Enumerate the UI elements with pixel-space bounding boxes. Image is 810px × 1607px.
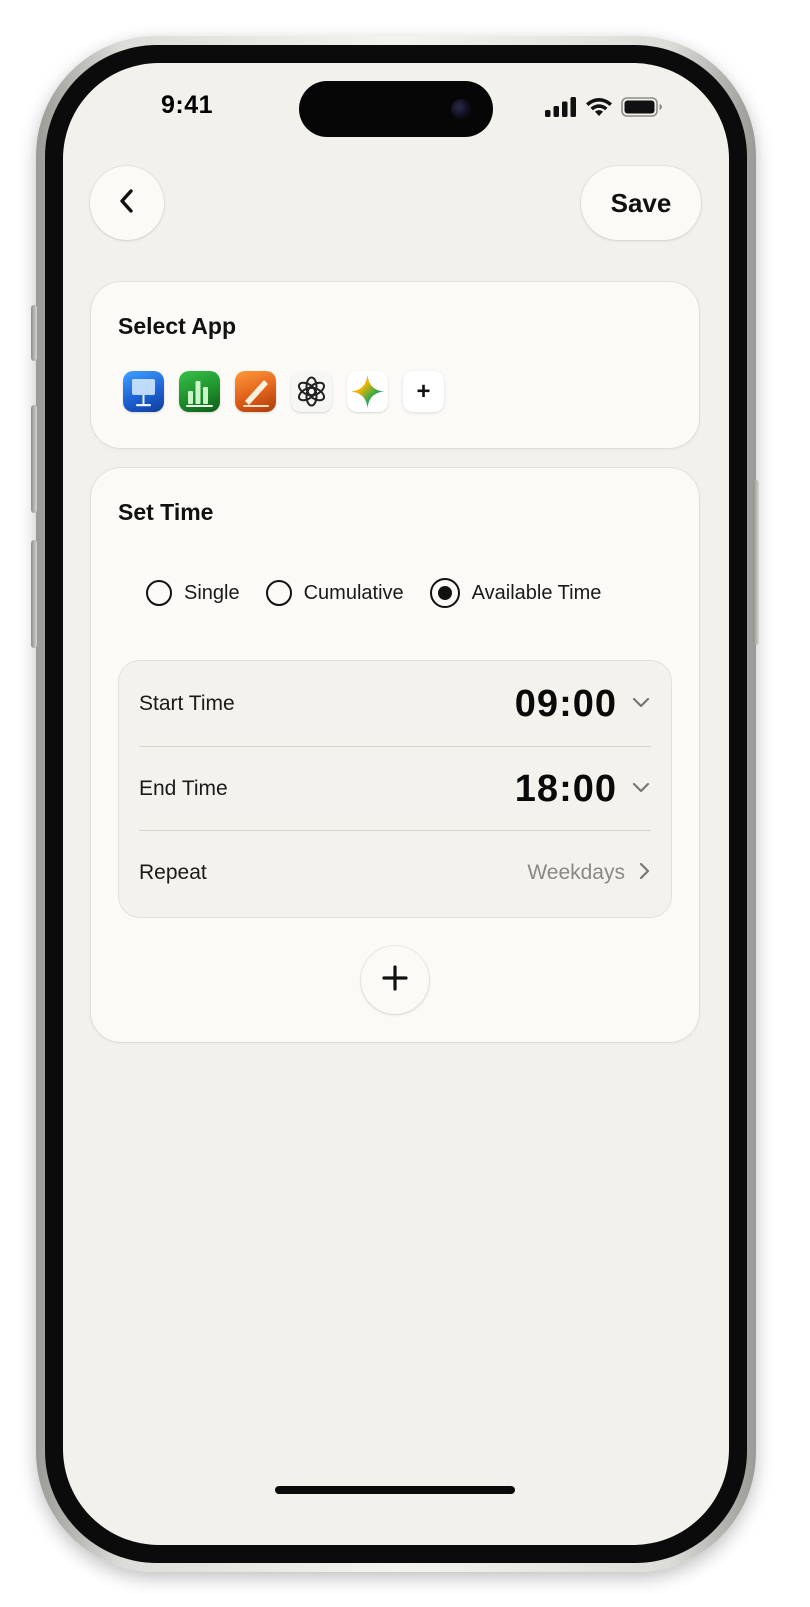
back-button[interactable] [90,166,164,240]
wifi-icon [585,97,613,122]
chatgpt-app-icon[interactable] [291,371,332,412]
radio-label: Cumulative [303,581,404,604]
action-button [31,305,37,361]
screen: 9:41 Save Select App + Set Time Single C… [63,63,729,1545]
radio-unselected-icon [146,580,172,606]
chevron-right-icon [637,861,651,886]
keynote-app-icon[interactable] [123,371,164,412]
set-time-title: Set Time [118,499,214,525]
add-app-button[interactable]: + [403,371,444,412]
gemini-app-icon[interactable] [347,371,388,412]
chevron-left-icon [116,187,138,220]
radio-label: Available Time [471,581,602,604]
pages-app-icon[interactable] [235,371,276,412]
radio-label: Single [184,581,240,604]
numbers-app-icon[interactable] [179,371,220,412]
status-icons [545,97,663,122]
chevron-down-icon [631,780,651,799]
radio-dot [437,586,452,600]
camera-icon [451,99,471,119]
power-button [753,480,759,645]
add-time-range-button[interactable] [361,946,429,1014]
repeat-label: Repeat [139,861,207,884]
app-list: + [123,371,444,412]
repeat-picker[interactable]: Weekdays [527,861,651,886]
plus-icon [382,964,408,996]
radio-cumulative[interactable]: Cumulative [265,580,404,606]
cellular-signal-icon [545,97,577,122]
set-time-card: Set Time Single Cumulative Available Tim… [91,468,699,1042]
select-app-card: Select App + [91,282,699,448]
chevron-down-icon [631,695,651,714]
plus-icon: + [416,377,431,405]
time-settings-box: Start Time 09:00 End Time 18:00 Repeat W… [118,660,672,918]
start-time-picker[interactable]: 09:00 [515,683,651,726]
end-time-row[interactable]: End Time 18:00 [139,747,651,831]
volume-down-button [31,540,37,648]
radio-selected-icon [429,578,460,608]
start-time-value: 09:00 [514,682,617,725]
time-mode-options: Single Cumulative Available Time [146,578,601,608]
home-indicator[interactable] [275,1486,515,1494]
start-time-label: Start Time [139,692,235,715]
radio-unselected-icon [265,580,292,606]
start-time-row[interactable]: Start Time 09:00 [139,662,651,746]
select-app-title: Select App [118,313,237,339]
radio-single[interactable]: Single [146,580,240,606]
battery-icon [621,97,663,122]
end-time-value: 18:00 [514,767,617,810]
dynamic-island [299,81,493,137]
repeat-value: Weekdays [527,861,625,884]
radio-available-time[interactable]: Available Time [429,578,602,608]
end-time-label: End Time [139,777,228,800]
repeat-row[interactable]: Repeat Weekdays [139,831,651,915]
save-button[interactable]: Save [581,166,701,240]
volume-up-button [31,405,37,513]
end-time-picker[interactable]: 18:00 [515,768,651,811]
status-time: 9:41 [161,91,214,119]
